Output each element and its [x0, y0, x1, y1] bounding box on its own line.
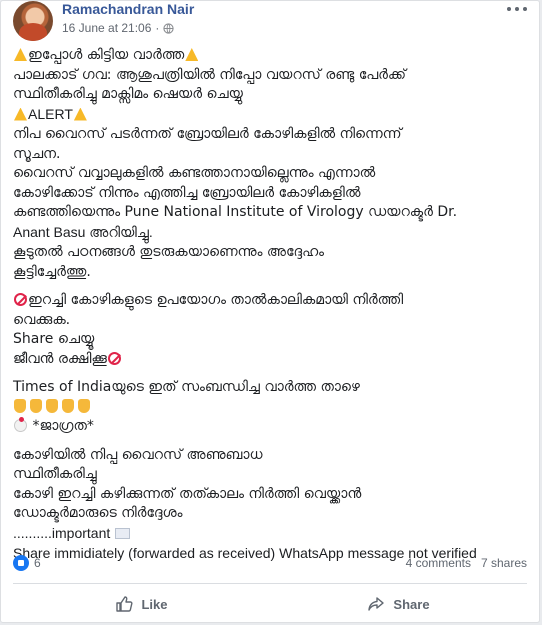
post-line: കോഴിയിൽ നിപ്പ വൈറസ് അണുബാധ [13, 446, 527, 466]
post-line: നിപ വൈറസ് പടർന്നത് ബ്രോയിലർ കോഴികളിൽ നിന… [13, 125, 527, 145]
pointing-down-icon [14, 398, 26, 413]
post-line: കണ്ടത്തിയെന്നും Pune National Institute … [13, 203, 527, 223]
post-line: *ജാഗ്രത* [13, 417, 527, 437]
post-line: കോഴിക്കോട് നിന്നും എത്തിച്ച ബ്രോയിലർ കോഴ… [13, 184, 527, 204]
share-label: Share [393, 596, 430, 612]
post-line-text: ഇപ്പോൾ കിട്ടിയ വാർത്ത [28, 47, 185, 63]
post-line-text: കണ്ടത്തിയെന്നും Pune National Institute … [13, 204, 458, 220]
post-stats: 6 4 comments 7 shares [13, 553, 527, 575]
share-arrow-icon [368, 597, 385, 611]
post-line-text: Share ചെയ്യൂ [13, 331, 95, 347]
pointing-down-icon [46, 398, 58, 413]
post-line-text: ഇറച്ചി കോഴികളുടെ ഉപയോഗം താൽകാലികമായി നിർ… [28, 292, 404, 308]
post-line-text: Times of Indiaയുടെ ഇത് സംബന്ധിച്ച വാർത്ത… [13, 379, 360, 395]
post-meta: 16 June at 21:06 · [62, 21, 175, 35]
post-line: ജീവൻ രക്ഷിക്കൂ [13, 350, 527, 370]
post-line [13, 398, 527, 418]
post-line-text: വൈറസ് വവ്വാലുകളിൽ കണ്ടത്താനായില്ലെന്നും … [13, 165, 376, 181]
post-line-text: ജീവൻ രക്ഷിക്കൂ [13, 350, 107, 367]
post-line-text: ALERT [28, 105, 73, 122]
meta-separator: · [155, 21, 160, 35]
like-button[interactable]: Like [13, 585, 270, 623]
author-avatar[interactable] [13, 1, 53, 41]
post-line: സ്ഥിതീകരിച്ചു മാക്സിമം ഷെയർ ചെയ്യു [13, 85, 527, 105]
post-card: Ramachandran Nair 16 June at 21:06 · ഇപ്… [0, 0, 540, 623]
chicken-icon [14, 417, 27, 432]
post-line: ALERT [13, 105, 527, 126]
post-line: സൂചന. [13, 145, 527, 165]
post-line-text: സൂചന. [13, 145, 61, 162]
post-header: Ramachandran Nair 16 June at 21:06 · [13, 1, 527, 45]
thumbs-up-icon [116, 596, 134, 612]
warning-icon [73, 107, 87, 121]
post-line-text: സ്ഥിതീകരിച്ചു മാക്സിമം ഷെയർ ചെയ്യു [13, 86, 243, 102]
author-name[interactable]: Ramachandran Nair [62, 1, 194, 17]
warning-icon [185, 48, 199, 61]
post-line: ..........important [13, 524, 527, 545]
post-line-text: Anant Basu അറിയിച്ചു. [13, 223, 153, 240]
post-line-text: കോഴി ഇറച്ചി കഴിക്കുന്നത് തത്കാലം നിർത്തി… [13, 485, 362, 502]
post-line-text: വെക്കുക. [13, 311, 71, 328]
warning-icon [14, 107, 27, 121]
post-line-text: നിപ വൈറസ് പടർന്നത് ബ്രോയിലർ കോഴികളിൽ നിന… [13, 126, 402, 142]
like-label: Like [141, 596, 168, 612]
post-line-text: കൂട്ടിച്ചേർത്തു. [13, 263, 91, 280]
more-options-icon[interactable] [507, 3, 527, 15]
no-entry-icon [107, 351, 121, 365]
post-line-text: *ജാഗ്രത* [28, 418, 94, 434]
post-line-text: കോഴിക്കോട് നിന്നും എത്തിച്ച ബ്രോയിലർ കോഴ… [13, 184, 361, 201]
post-line: കൂട്ടിച്ചേർത്തു. [13, 263, 527, 283]
post-timestamp[interactable]: 16 June at 21:06 [62, 21, 151, 35]
pointing-down-icon [30, 398, 42, 413]
no-entry-icon [14, 293, 27, 306]
post-text: ഇപ്പോൾ കിട്ടിയ വാർത്ത പാലക്കാട് ഗവ: ആശുപത… [13, 46, 527, 565]
post-line-text: കോഴിയിൽ നിപ്പ വൈറസ് അണുബാധ [13, 446, 263, 463]
post-line: കൂടുതൽ പഠനങ്ങൾ തുടരുകയാണെന്നും അദ്ദേഹം [13, 243, 527, 263]
post-line: ഇറച്ചി കോഴികളുടെ ഉപയോഗം താൽകാലികമായി നിർ… [13, 291, 527, 311]
post-line-text: ഡോക്ടർമാരുടെ നിർദ്ദേശം [13, 505, 183, 521]
post-line-text: ..........important [13, 524, 115, 541]
post-line-text: കൂടുതൽ പഠനങ്ങൾ തുടരുകയാണെന്നും അദ്ദേഹം [13, 244, 325, 260]
share-button[interactable]: Share [270, 585, 527, 623]
envelope-icon [115, 527, 131, 539]
post-line: വെക്കുക. [13, 311, 527, 331]
post-line: വൈറസ് വവ്വാലുകളിൽ കണ്ടത്താനായില്ലെന്നും … [13, 164, 527, 184]
post-line-text: പാലക്കാട് ഗവ: ആശുപത്രിയിൽ നിപ്പോ വയറസ് ര… [13, 66, 406, 83]
post-line: പാലക്കാട് ഗവ: ആശുപത്രിയിൽ നിപ്പോ വയറസ് ര… [13, 66, 527, 86]
like-reaction-icon[interactable] [13, 555, 29, 571]
pointing-down-icon [62, 398, 74, 413]
like-count[interactable]: 6 [34, 556, 41, 570]
post-line: Anant Basu അറിയിച്ചു. [13, 223, 527, 244]
pointing-down-icon [78, 398, 90, 413]
globe-icon[interactable] [163, 22, 175, 34]
share-count[interactable]: 7 shares [481, 556, 527, 570]
post-line: ഡോക്ടർമാരുടെ നിർദ്ദേശം [13, 504, 527, 524]
post-line: കോഴി ഇറച്ചി കഴിക്കുന്നത് തത്കാലം നിർത്തി… [13, 485, 527, 505]
post-line: Share ചെയ്യൂ [13, 330, 527, 350]
post-line: Times of Indiaയുടെ ഇത് സംബന്ധിച്ച വാർത്ത… [13, 378, 527, 398]
post-line: സ്ഥിതീകരിച്ചു [13, 465, 527, 485]
post-line-text: സ്ഥിതീകരിച്ചു [13, 466, 97, 482]
post-line: ഇപ്പോൾ കിട്ടിയ വാർത്ത [13, 46, 527, 66]
divider [13, 583, 527, 584]
warning-icon [14, 48, 27, 61]
comment-count[interactable]: 4 comments [406, 556, 471, 570]
post-actions: Like Share [13, 585, 527, 623]
